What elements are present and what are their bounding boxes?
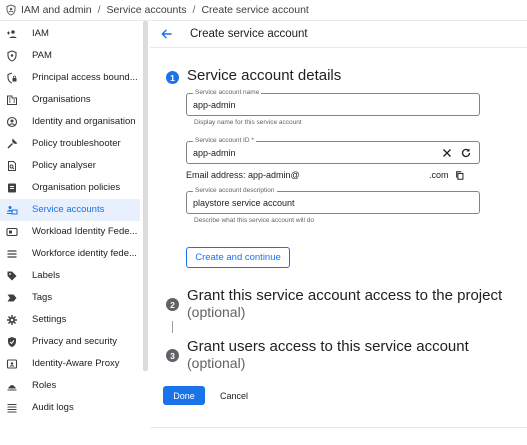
- sidebar-item-label: Workforce identity fede...: [32, 248, 137, 259]
- email-address-domain: .com: [429, 170, 449, 180]
- sidebar-item-policy-troubleshooter[interactable]: Policy troubleshooter: [0, 133, 140, 155]
- sidebar-item-labels[interactable]: Labels: [0, 265, 140, 287]
- service-account-description-field[interactable]: Service account description: [186, 186, 480, 214]
- sidebar-item-label: Settings: [32, 314, 67, 325]
- sidebar-item-label: Workload Identity Fede...: [32, 226, 138, 237]
- sidebar-item-label: IAM: [32, 28, 49, 39]
- tag-icon: [6, 270, 18, 282]
- sidebar-item-policy-analyser[interactable]: Policy analyser: [0, 155, 140, 177]
- sidebar-item-workload-identity-federation[interactable]: Workload Identity Fede...: [0, 221, 140, 243]
- sidebar-item-organisation-policies[interactable]: Organisation policies: [0, 177, 140, 199]
- step-2-subtitle: (optional): [187, 304, 246, 320]
- person-add-icon: [6, 28, 18, 40]
- sidebar-item-label: Policy troubleshooter: [32, 138, 121, 149]
- sidebar: IAM PAM Principal access bound... Organi…: [0, 21, 140, 445]
- field-label: Service account name: [193, 88, 262, 97]
- sidebar-item-iam[interactable]: IAM: [0, 23, 140, 45]
- sidebar-item-label: Privacy and security: [32, 336, 118, 347]
- email-address-prefix: Email address: app-admin@: [186, 170, 300, 180]
- sidebar-item-identity-aware-proxy[interactable]: Identity-Aware Proxy: [0, 353, 140, 375]
- service-account-icon: [6, 204, 18, 216]
- document-search-icon: [6, 160, 18, 172]
- sidebar-item-roles[interactable]: Roles: [0, 375, 140, 397]
- sidebar-item-principal-access-boundary[interactable]: Principal access bound...: [0, 67, 140, 89]
- breadcrumb-service-accounts[interactable]: Service accounts: [107, 4, 187, 16]
- step-connector: [172, 321, 173, 333]
- breadcrumb-separator: /: [192, 4, 196, 16]
- sidebar-item-label: PAM: [32, 50, 52, 61]
- account-circle-icon: [6, 116, 18, 128]
- shield-lock-icon: [6, 72, 18, 84]
- create-and-continue-button[interactable]: Create and continue: [186, 247, 290, 268]
- list-icon: [6, 248, 18, 260]
- sidebar-item-label: Tags: [32, 292, 53, 303]
- service-account-id-input[interactable]: [193, 148, 433, 158]
- sidebar-item-label: Organisations: [32, 94, 91, 105]
- breadcrumb-current: Create service account: [201, 4, 309, 16]
- refresh-icon[interactable]: [460, 147, 472, 159]
- cancel-button[interactable]: Cancel: [217, 386, 251, 405]
- service-account-description-input[interactable]: [193, 198, 433, 208]
- sidebar-item-label: Identity and organisation: [32, 116, 136, 127]
- sidebar-item-label: Identity-Aware Proxy: [32, 358, 120, 369]
- back-arrow-icon[interactable]: [160, 27, 174, 41]
- field-label: Service account description: [193, 186, 277, 195]
- step-2-number: 2: [166, 298, 179, 311]
- breadcrumb-iam-and-admin[interactable]: IAM and admin: [21, 4, 92, 16]
- step-2-title[interactable]: Grant this service account access to the…: [187, 287, 502, 304]
- document-icon: [6, 182, 18, 194]
- label-arrow-icon: [6, 292, 18, 304]
- badge-icon: [6, 358, 18, 370]
- sidebar-item-organisations[interactable]: Organisations: [0, 89, 140, 111]
- done-button[interactable]: Done: [163, 386, 205, 405]
- sidebar-item-label: Principal access bound...: [32, 72, 138, 83]
- sidebar-item-pam[interactable]: PAM: [0, 45, 140, 67]
- breadcrumb: IAM and admin / Service accounts / Creat…: [0, 0, 527, 21]
- roles-icon: [6, 380, 18, 392]
- step-1-title: Service account details: [187, 67, 342, 84]
- card-icon: [6, 226, 18, 238]
- copy-icon[interactable]: [455, 170, 465, 181]
- sidebar-item-identity-and-organisation[interactable]: Identity and organisation: [0, 111, 140, 133]
- clear-icon[interactable]: [441, 147, 453, 159]
- wrench-icon: [6, 138, 18, 150]
- page-title: Create service account: [190, 28, 308, 40]
- sidebar-scrollbar[interactable]: [143, 21, 148, 371]
- field-label: Service account ID *: [193, 136, 256, 145]
- service-account-name-input[interactable]: [193, 100, 433, 110]
- step-3-title[interactable]: Grant users access to this service accou…: [187, 338, 469, 355]
- step-3-subtitle: (optional): [187, 355, 246, 371]
- sidebar-item-label: Service accounts: [32, 204, 105, 215]
- shield-icon: [6, 50, 18, 62]
- sidebar-item-label: Audit logs: [32, 402, 74, 413]
- shield-account-icon: [6, 4, 16, 16]
- gear-icon: [6, 314, 18, 326]
- step-1-number: 1: [166, 71, 179, 84]
- page-header: Create service account: [150, 21, 527, 48]
- service-account-description-hint: Describe what this service account will …: [194, 217, 314, 224]
- service-account-name-field[interactable]: Service account name: [186, 88, 480, 116]
- service-account-name-hint: Display name for this service account: [194, 119, 302, 126]
- divider: [150, 427, 527, 428]
- sidebar-item-privacy-and-security[interactable]: Privacy and security: [0, 331, 140, 353]
- sidebar-item-settings[interactable]: Settings: [0, 309, 140, 331]
- sidebar-item-label: Labels: [32, 270, 60, 281]
- sidebar-item-label: Policy analyser: [32, 160, 96, 171]
- shield-check-icon: [6, 336, 18, 348]
- business-icon: [6, 94, 18, 106]
- sidebar-item-service-accounts[interactable]: Service accounts: [0, 199, 140, 221]
- breadcrumb-separator: /: [97, 4, 101, 16]
- sidebar-item-audit-logs[interactable]: Audit logs: [0, 397, 140, 419]
- sidebar-item-tags[interactable]: Tags: [0, 287, 140, 309]
- sidebar-item-workforce-identity-federation[interactable]: Workforce identity fede...: [0, 243, 140, 265]
- list-lines-icon: [6, 402, 18, 414]
- step-3-number: 3: [166, 349, 179, 362]
- service-account-id-field[interactable]: Service account ID *: [186, 136, 480, 164]
- sidebar-item-label: Organisation policies: [32, 182, 121, 193]
- sidebar-item-label: Roles: [32, 380, 57, 391]
